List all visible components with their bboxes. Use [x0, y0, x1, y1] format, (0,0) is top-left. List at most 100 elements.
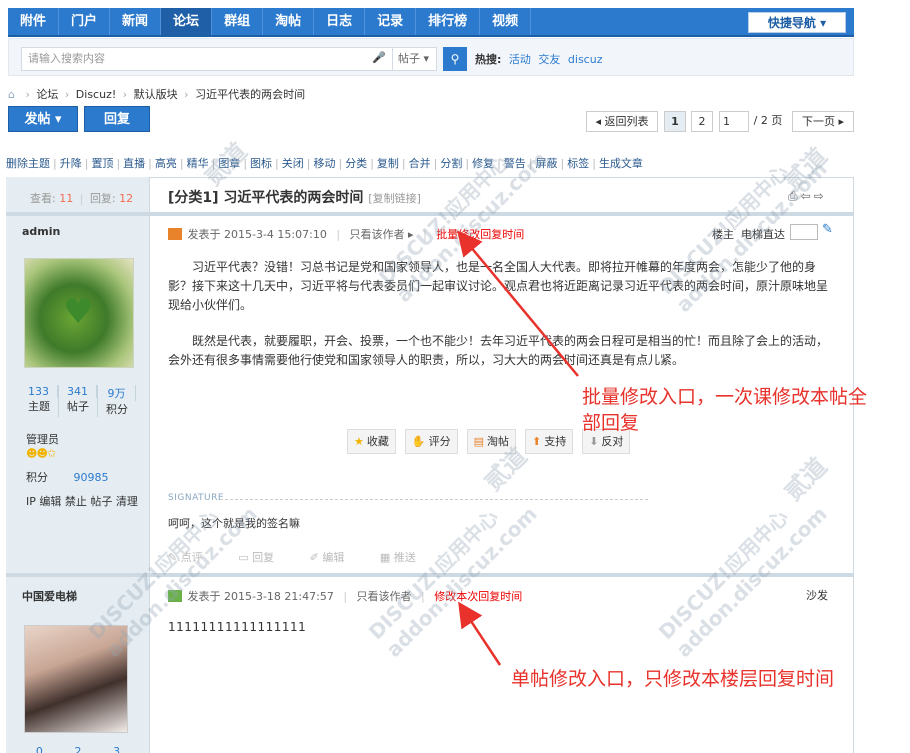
mod-action-16[interactable]: 屏蔽: [536, 157, 558, 170]
mod-action-10[interactable]: 分类: [345, 157, 367, 170]
post2-floor-label: 沙发: [806, 589, 828, 602]
post2-user-stats: 0 2 3: [20, 745, 136, 753]
mod-action-2[interactable]: 置顶: [91, 157, 113, 170]
user-stat-threads[interactable]: 0: [20, 745, 59, 753]
mod-action-11[interactable]: 复制: [377, 157, 399, 170]
search-scope-select[interactable]: 帖子 ▾: [393, 47, 437, 71]
batch-edit-reply-time-link[interactable]: 批量修改回复时间: [436, 228, 524, 241]
annotation-single-edit: 单帖修改入口，只修改本楼层回复时间: [511, 668, 835, 690]
post2-avatar[interactable]: [24, 625, 128, 733]
user-stat-threads[interactable]: 133 主题: [20, 385, 59, 417]
support-button[interactable]: ⬆ 支持: [524, 429, 574, 454]
post2-meta: 发表于 2015-3-18 21:47:57 | 只看该作者 | 修改本次回复时…: [168, 588, 522, 604]
mod-action-13[interactable]: 分割: [440, 157, 462, 170]
post1-points: 积分 90985: [26, 469, 109, 485]
post2-author[interactable]: 中国爱电梯: [22, 588, 77, 604]
search-input[interactable]: 请输入搜索内容: [21, 47, 393, 71]
mod-action-17[interactable]: 标签: [567, 157, 589, 170]
search-icon: ⚲: [450, 52, 460, 66]
star-icon: ✩: [46, 447, 56, 460]
chevron-right-icon: ›: [184, 88, 189, 101]
post2-only-author-link[interactable]: 只看该作者: [357, 590, 412, 603]
floor-jump-input[interactable]: [790, 224, 818, 240]
page-1-button[interactable]: 1: [664, 111, 686, 132]
breadcrumb-thread[interactable]: 习近平代表的两会时间: [195, 88, 305, 101]
next-page-button[interactable]: 下一页 ▸: [792, 111, 854, 132]
home-icon[interactable]: ⌂: [8, 88, 15, 101]
nav-item-portal[interactable]: 门户: [59, 8, 111, 35]
reply-button[interactable]: 回复: [84, 106, 150, 132]
single-edit-reply-time-link[interactable]: 修改本次回复时间: [434, 590, 522, 603]
reply-post-button[interactable]: ▭ 回复: [238, 551, 290, 564]
thread-title: [分类1] 习近平代表的两会时间 [复制链接]: [168, 187, 421, 207]
hot-term-dating[interactable]: 交友: [538, 53, 560, 66]
new-post-button[interactable]: 发帖 ▾: [8, 106, 78, 132]
page-2-button[interactable]: 2: [691, 111, 713, 132]
nav-item-news[interactable]: 新闻: [110, 8, 162, 35]
nav-item-video[interactable]: 视频: [480, 8, 532, 35]
nav-item-ranking[interactable]: 排行榜: [416, 8, 481, 35]
mod-action-8[interactable]: 关闭: [282, 157, 304, 170]
mod-separator: |: [116, 157, 121, 170]
mod-action-14[interactable]: 修复: [472, 157, 494, 170]
microphone-icon[interactable]: 🎤: [372, 51, 386, 67]
page-jump-input[interactable]: 1: [719, 111, 749, 132]
push-post-button[interactable]: ▦ 推送: [380, 551, 432, 564]
mod-action-15[interactable]: 警告: [504, 157, 526, 170]
post1-tools: ✎ 点评 ▭ 回复 ✐ 编辑 ▦ 推送: [168, 549, 448, 565]
print-icon[interactable]: ⎙: [788, 189, 801, 203]
user-stat-posts[interactable]: 2: [59, 745, 98, 753]
post1-avatar[interactable]: ♥: [24, 258, 134, 368]
annotation-batch-edit: 批量修改入口，一次课修改本帖全 部回复: [582, 384, 867, 436]
stat-value: 9万: [98, 385, 136, 401]
search-button[interactable]: ⚲: [443, 47, 467, 71]
mod-action-12[interactable]: 合并: [409, 157, 431, 170]
mod-action-18[interactable]: 生成文章: [599, 157, 643, 170]
stat-label: 主题: [28, 400, 50, 413]
copy-link[interactable]: [复制链接]: [368, 192, 421, 205]
nav-item-blog[interactable]: 日志: [314, 8, 366, 35]
mod-action-0[interactable]: 删除主题: [6, 157, 50, 170]
mod-action-3[interactable]: 直播: [123, 157, 145, 170]
mod-action-5[interactable]: 精华: [187, 157, 209, 170]
nav-item-records[interactable]: 记录: [365, 8, 417, 35]
mod-action-4[interactable]: 高亮: [155, 157, 177, 170]
quick-nav-button[interactable]: 快捷导航 ▾: [748, 12, 846, 33]
nav-item-forum[interactable]: 论坛: [161, 8, 213, 35]
mod-action-7[interactable]: 图标: [250, 157, 272, 170]
post1-user-stats: 133 主题 341 帖子 9万 积分: [20, 385, 136, 417]
page-total: / 2 页: [753, 114, 783, 127]
prev-thread-icon[interactable]: ⇦: [801, 189, 814, 203]
mod-action-1[interactable]: 升降: [60, 157, 82, 170]
nav-item-groups[interactable]: 群组: [212, 8, 264, 35]
jump-go-icon[interactable]: ✎: [822, 222, 833, 237]
back-to-list-button[interactable]: ◂ 返回列表: [586, 111, 658, 132]
nav-item-collections[interactable]: 淘帖: [263, 8, 315, 35]
favorite-button[interactable]: ★ 收藏: [347, 429, 396, 454]
collect-button[interactable]: ▤ 淘帖: [466, 429, 516, 454]
mod-action-9[interactable]: 移动: [313, 157, 335, 170]
user-stat-points[interactable]: 9万 积分: [98, 385, 136, 417]
hot-search: 热搜: 活动 交友 discuz: [475, 51, 602, 67]
post1-usergroup[interactable]: 管理员: [26, 431, 59, 447]
user-stat-points[interactable]: 3: [97, 745, 136, 753]
rate-button[interactable]: ✋ 评分: [404, 429, 458, 454]
post-separator: [6, 573, 854, 577]
breadcrumb-discuz[interactable]: Discuz!: [76, 88, 116, 101]
user-stat-posts[interactable]: 341 帖子: [59, 385, 98, 417]
comment-button[interactable]: ✎ 点评: [168, 551, 219, 564]
heart-icon: ♥: [63, 292, 94, 332]
mod-action-6[interactable]: 图章: [218, 157, 240, 170]
post1-admin-links[interactable]: IP 编辑 禁止 帖子 清理: [26, 493, 138, 509]
next-thread-icon[interactable]: ⇨: [814, 189, 827, 203]
nav-item-attachments[interactable]: 附件: [8, 8, 60, 35]
edit-post-button[interactable]: ✐ 编辑: [310, 551, 361, 564]
post1-author[interactable]: admin: [22, 225, 60, 238]
post-separator: [6, 212, 854, 216]
breadcrumb-forum[interactable]: 论坛: [36, 88, 58, 101]
breadcrumb-default-board[interactable]: 默认版块: [134, 88, 178, 101]
hot-term-activity[interactable]: 活动: [509, 53, 531, 66]
hot-term-discuz[interactable]: discuz: [568, 53, 603, 66]
post1-only-author-link[interactable]: 只看该作者 ▸: [350, 228, 414, 241]
mod-separator: |: [84, 157, 89, 170]
